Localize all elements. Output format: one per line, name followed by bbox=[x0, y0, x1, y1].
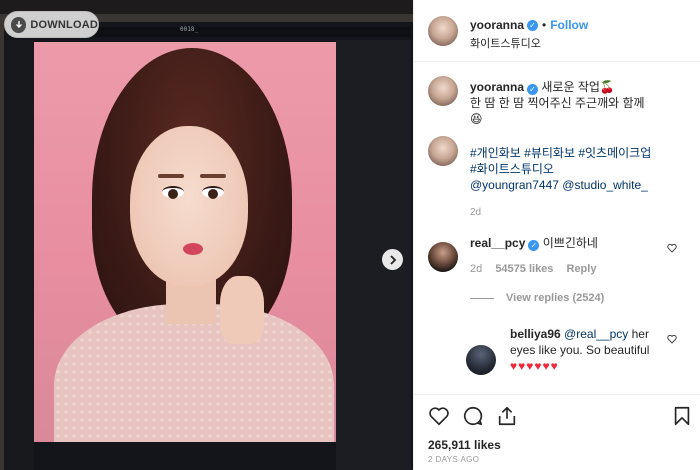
download-icon bbox=[11, 16, 27, 33]
reply-text-part2: eyes like you. So beautiful bbox=[510, 343, 650, 357]
author-avatar[interactable] bbox=[428, 16, 458, 46]
portrait-face bbox=[130, 126, 248, 286]
post-location[interactable]: 화이트스튜디오 bbox=[470, 35, 541, 51]
comment-age: 2d bbox=[470, 263, 483, 275]
post-timestamp: 2 DAYS AGO bbox=[428, 455, 480, 464]
like-comment-heart-icon[interactable] bbox=[667, 243, 677, 253]
view-replies-button[interactable]: View replies (2524) bbox=[470, 292, 604, 304]
author-row: yooranna ✓ • Follow bbox=[470, 18, 588, 32]
hashtags-line2[interactable]: #화이트스튜디오 bbox=[470, 162, 554, 176]
portrait-blouse bbox=[54, 304, 334, 442]
verified-badge-icon: ✓ bbox=[527, 84, 539, 95]
comment-username[interactable]: real__pcy bbox=[470, 236, 525, 250]
post-photo[interactable]: 0018_ DOWNLOAD bbox=[0, 0, 413, 470]
mention-youngran[interactable]: @youngran7447 bbox=[470, 178, 559, 192]
chevron-right-icon bbox=[389, 254, 396, 265]
download-label: DOWNLOAD bbox=[30, 18, 98, 31]
caption-username[interactable]: yooranna bbox=[470, 80, 524, 94]
monitor-caption: 0018_ bbox=[180, 26, 199, 33]
reply-mention[interactable]: @real__pcy bbox=[564, 327, 628, 341]
portrait-left-eye bbox=[162, 186, 184, 199]
portrait-hand bbox=[220, 276, 264, 344]
verified-badge-icon: ✓ bbox=[527, 19, 539, 31]
action-bar: 265,911 likes 2 DAYS AGO bbox=[414, 394, 700, 470]
portrait-lips bbox=[183, 243, 203, 255]
reply-hearts: ♥♥♥♥♥♥ bbox=[510, 359, 559, 373]
caption-block: yooranna ✓ 새로운 작업🍒 한 땀 한 땀 찍어주신 주근깨와 함께 😆 bbox=[470, 79, 690, 127]
caption-line1: 새로운 작업🍒 bbox=[541, 80, 615, 94]
monitor-left-edge bbox=[4, 40, 34, 470]
comment-real-pcy: real__pcy ✓ 이쁘긴하네 bbox=[470, 235, 598, 251]
hashtags-line1[interactable]: #개인화보 #뷰티화보 #잇츠메이크업 bbox=[470, 146, 651, 160]
next-image-button[interactable] bbox=[382, 249, 403, 270]
portrait-left-brow bbox=[158, 174, 184, 178]
portrait-right-eye bbox=[202, 186, 224, 199]
monitor-screen-portrait bbox=[34, 42, 336, 442]
like-reply-heart-icon[interactable] bbox=[667, 334, 677, 344]
bookmark-icon[interactable] bbox=[671, 405, 693, 427]
post-header: yooranna ✓ • Follow 화이트스튜디오 bbox=[414, 0, 700, 62]
caption-line2: 한 땀 한 땀 찍어주신 주근깨와 함께 bbox=[470, 96, 645, 110]
view-replies-line bbox=[470, 297, 494, 299]
post-detail-panel: yooranna ✓ • Follow 화이트스튜디오 yooranna ✓ 새로… bbox=[413, 0, 700, 470]
hashtags-block: #개인화보 #뷰티화보 #잇츠메이크업 #화이트스튜디오 @youngran74… bbox=[470, 145, 695, 193]
like-heart-icon[interactable] bbox=[428, 405, 450, 427]
comment-bubble-icon[interactable] bbox=[462, 405, 484, 427]
comment-likes[interactable]: 54575 likes bbox=[495, 263, 553, 275]
author-username[interactable]: yooranna bbox=[470, 18, 524, 32]
mention-studio[interactable]: @studio_white_ bbox=[562, 178, 648, 192]
reply-text-part1: her bbox=[631, 327, 649, 341]
comment-text: 이쁘긴하네 bbox=[542, 236, 598, 250]
share-icon[interactable] bbox=[496, 405, 518, 427]
caption-age: 2d bbox=[470, 207, 482, 218]
reply-button[interactable]: Reply bbox=[567, 263, 597, 275]
view-replies-label: View replies (2524) bbox=[506, 292, 605, 304]
caption-avatar[interactable] bbox=[428, 76, 458, 106]
comment-meta: 2d 54575 likes Reply bbox=[470, 263, 596, 275]
portrait-right-brow bbox=[200, 174, 226, 178]
caption-avatar-2[interactable] bbox=[428, 136, 458, 166]
follow-button[interactable]: Follow bbox=[550, 18, 588, 32]
commenter-avatar[interactable] bbox=[428, 242, 458, 272]
download-button[interactable]: DOWNLOAD bbox=[4, 11, 99, 38]
verified-badge-icon: ✓ bbox=[528, 240, 540, 251]
separator-dot: • bbox=[542, 18, 547, 32]
reply-avatar[interactable] bbox=[466, 345, 496, 375]
reply-username[interactable]: belliya96 bbox=[510, 327, 561, 341]
post-likes-count[interactable]: 265,911 likes bbox=[428, 438, 501, 452]
caption-line3: 😆 bbox=[470, 112, 483, 126]
reply-belliya96: belliya96 @real__pcy her eyes like you. … bbox=[510, 326, 680, 374]
